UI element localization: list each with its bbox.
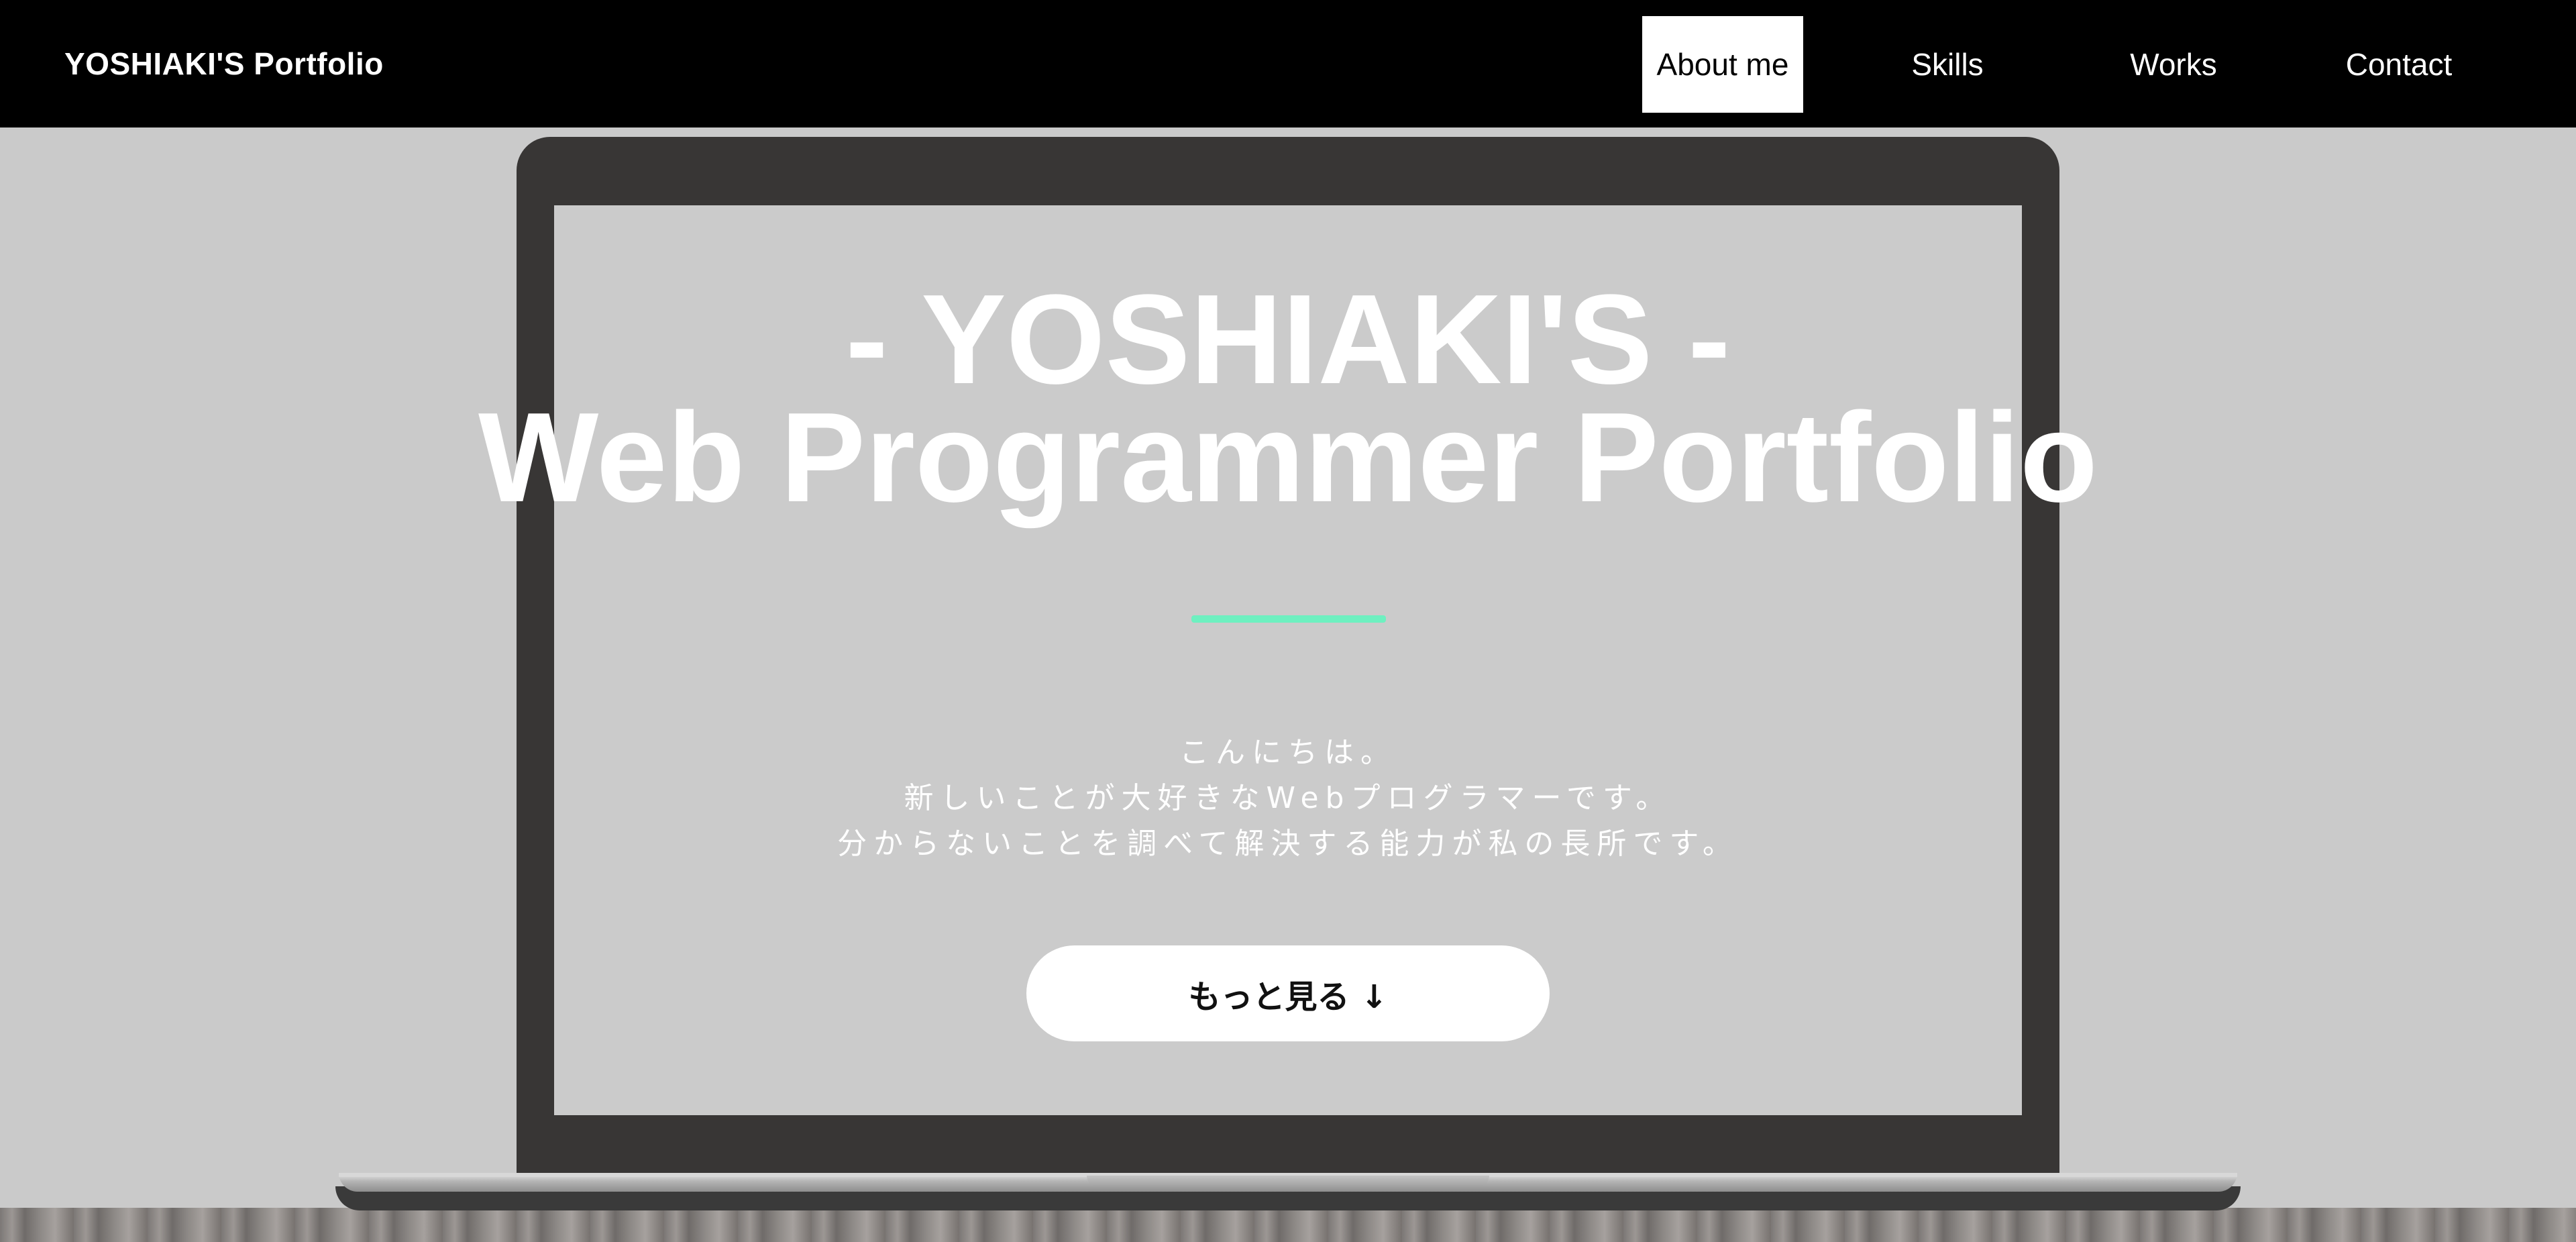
hero-title-line-2: Web Programmer Portfolio [478,386,2098,529]
nav-item-about-me[interactable]: About me [1642,16,1803,113]
site-header: YOSHIAKI'S Portfolio About me Skills Wor… [0,0,2576,127]
accent-divider [1191,615,1386,623]
intro-line-description: 新しいことが大好きなWebプログラマーです。 [904,781,1672,815]
nav-item-works[interactable]: Works [2093,16,2254,113]
nav-item-contact[interactable]: Contact [2318,16,2479,113]
see-more-button[interactable]: もっと見る ↓ [1026,945,1550,1041]
desk-background [0,1208,2576,1242]
brand-logo[interactable]: YOSHIAKI'S Portfolio [64,0,384,127]
intro-line-strength: 分からないことを調べて解決する能力が私の長所です。 [837,827,1739,861]
nav-item-skills[interactable]: Skills [1865,16,2030,113]
laptop-notch [1087,1176,1489,1186]
intro-line-greeting: こんにちは。 [1179,735,1397,770]
